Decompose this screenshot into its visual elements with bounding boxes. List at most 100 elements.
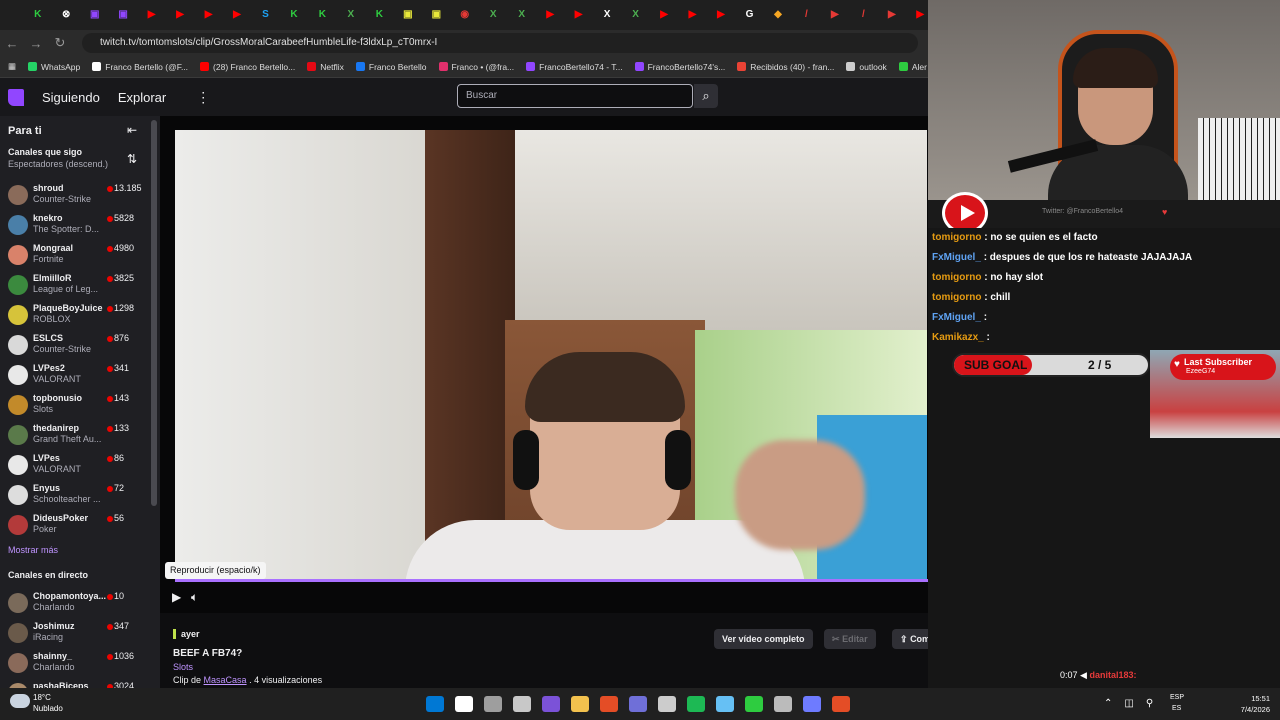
weather-temp[interactable]: 18°C bbox=[33, 693, 51, 702]
cloud-icon[interactable] bbox=[10, 694, 30, 708]
nav-following[interactable]: Siguiendo bbox=[42, 90, 100, 105]
sidebar-channel-lvpes2[interactable]: LVPes2 VALORANT 341 bbox=[8, 362, 148, 390]
show-more-link[interactable]: Mostrar más bbox=[8, 545, 58, 555]
bookmark-item[interactable]: Netflix bbox=[307, 62, 344, 72]
taskbar-app-icon[interactable] bbox=[803, 696, 821, 712]
reload-icon[interactable]: ↻ bbox=[48, 35, 72, 51]
browser-tab[interactable]: ⊗ bbox=[58, 7, 73, 23]
sort-icon[interactable]: ⇅ bbox=[127, 152, 137, 166]
collapse-sidebar-icon[interactable]: ⇤ bbox=[127, 123, 137, 137]
nav-browse[interactable]: Explorar bbox=[118, 90, 166, 105]
browser-tab[interactable]: X bbox=[343, 7, 358, 23]
play-icon[interactable]: ▶ bbox=[172, 590, 181, 604]
more-options-icon[interactable]: ⋮ bbox=[196, 89, 210, 106]
lang-primary[interactable]: ESP bbox=[1170, 694, 1184, 701]
browser-tab[interactable]: ▶ bbox=[229, 7, 244, 23]
bookmark-item[interactable]: FrancoBertello74's... bbox=[634, 62, 725, 72]
sidebar-channel-dideuspoker[interactable]: DideusPoker Poker 56 bbox=[8, 512, 148, 540]
forward-icon[interactable]: → bbox=[24, 36, 48, 51]
browser-tab[interactable]: ▣ bbox=[87, 7, 102, 23]
bookmark-item[interactable]: Franco Bertello (@F... bbox=[92, 62, 188, 72]
search-icon[interactable]: ⌕ bbox=[694, 84, 718, 108]
twitch-logo-icon[interactable] bbox=[8, 88, 24, 106]
browser-tab[interactable]: ◆ bbox=[770, 7, 785, 23]
browser-tab[interactable]: X bbox=[486, 7, 501, 23]
taskbar-app-icon[interactable] bbox=[484, 696, 502, 712]
taskbar-app-icon[interactable] bbox=[774, 696, 792, 712]
back-icon[interactable]: ← bbox=[0, 36, 24, 51]
bookmark-item[interactable]: Franco Bertello bbox=[355, 62, 427, 72]
taskbar-app-icon[interactable] bbox=[658, 696, 676, 712]
browser-tab[interactable]: S bbox=[258, 7, 273, 23]
lang-secondary[interactable]: ES bbox=[1172, 705, 1181, 712]
bookmark-item[interactable]: Franco • (@fra... bbox=[438, 62, 514, 72]
search-input[interactable]: Buscar bbox=[457, 84, 693, 108]
sidebar-channel-mongraal[interactable]: Mongraal Fortnite 4980 bbox=[8, 242, 148, 270]
browser-tab[interactable]: ▶ bbox=[884, 7, 899, 23]
sidebar-scrollbar[interactable] bbox=[151, 120, 157, 506]
sidebar-channel-enyus[interactable]: Enyus Schoolteacher ... 72 bbox=[8, 482, 148, 510]
sidebar-channel-eslcs[interactable]: ESLCS Counter-Strike 876 bbox=[8, 332, 148, 360]
taskbar-app-icon[interactable] bbox=[716, 696, 734, 712]
sidebar-channel-thedanirep[interactable]: thedanirep Grand Theft Au... 133 bbox=[8, 422, 148, 450]
browser-tab[interactable]: ▶ bbox=[913, 7, 928, 23]
bookmark-item[interactable]: outlook bbox=[846, 62, 887, 72]
sidebar-channel-knekro[interactable]: knekro The Spotter: D... 5828 bbox=[8, 212, 148, 240]
sidebar-channel-shainny[interactable]: shainny_ Charlando 1036 bbox=[8, 650, 148, 678]
browser-tab[interactable]: X bbox=[514, 7, 529, 23]
browser-tab[interactable]: ▶ bbox=[201, 7, 216, 23]
browser-tab[interactable]: ▶ bbox=[144, 7, 159, 23]
taskbar-app-icon[interactable] bbox=[455, 696, 473, 712]
video-frame[interactable] bbox=[175, 130, 927, 581]
bookmark-item[interactable]: Aler bbox=[898, 62, 927, 72]
browser-tab[interactable]: / bbox=[799, 7, 814, 23]
progress-bar[interactable] bbox=[175, 579, 1037, 582]
browser-tab[interactable]: K bbox=[286, 7, 301, 23]
sidebar-channel-topbonusio[interactable]: topbonusio Slots 143 bbox=[8, 392, 148, 420]
taskbar-app-icon[interactable] bbox=[571, 696, 589, 712]
sidebar-channel-chopamontoya[interactable]: Chopamontoya... Charlando 10 bbox=[8, 590, 148, 618]
taskbar-app-icon[interactable] bbox=[745, 696, 763, 712]
watch-full-video-button[interactable]: Ver vídeo completo bbox=[714, 629, 813, 649]
browser-tab[interactable]: ▶ bbox=[656, 7, 671, 23]
browser-tab[interactable]: ▶ bbox=[542, 7, 557, 23]
browser-tab[interactable]: ◉ bbox=[457, 7, 472, 23]
browser-tab[interactable]: ▣ bbox=[400, 7, 415, 23]
bookmark-item[interactable]: FrancoBertello74 - T... bbox=[526, 62, 623, 72]
taskbar-app-icon[interactable] bbox=[513, 696, 531, 712]
sidebar-channel-lvpes[interactable]: LVPes VALORANT 86 bbox=[8, 452, 148, 480]
bookmark-item[interactable]: WhatsApp bbox=[28, 62, 80, 72]
clip-author-link[interactable]: MasaCasa bbox=[204, 675, 247, 685]
clock-date[interactable]: 7/4/2026 bbox=[1232, 705, 1270, 714]
taskbar-app-icon[interactable] bbox=[687, 696, 705, 712]
taskbar-app-icon[interactable] bbox=[629, 696, 647, 712]
browser-tab[interactable]: K bbox=[315, 7, 330, 23]
browser-tab[interactable]: ▶ bbox=[571, 7, 586, 23]
taskbar-app-icon[interactable] bbox=[832, 696, 850, 712]
browser-tab[interactable]: ▶ bbox=[827, 7, 842, 23]
clip-game-link[interactable]: Slots bbox=[173, 662, 193, 672]
url-field[interactable]: twitch.tv/tomtomslots/clip/GrossMoralCar… bbox=[82, 33, 918, 53]
taskbar-app-icon[interactable] bbox=[426, 696, 444, 712]
sidebar-channel-elmiillor[interactable]: ElmiilloR League of Leg... 3825 bbox=[8, 272, 148, 300]
sidebar-channel-shroud[interactable]: shroud Counter-Strike 13.185 bbox=[8, 182, 148, 210]
browser-tab[interactable]: X bbox=[599, 7, 614, 23]
edit-button[interactable]: ✂ Editar bbox=[824, 629, 876, 649]
browser-tab[interactable]: ▣ bbox=[115, 7, 130, 23]
browser-tab[interactable]: ▶ bbox=[713, 7, 728, 23]
browser-tab[interactable]: / bbox=[856, 7, 871, 23]
volume-icon[interactable]: 🔈︎ bbox=[191, 590, 198, 605]
browser-tab[interactable]: K bbox=[30, 7, 45, 23]
sidebar-channel-joshimuz[interactable]: Joshimuz iRacing 347 bbox=[8, 620, 148, 648]
bookmark-item[interactable]: (28) Franco Bertello... bbox=[200, 62, 295, 72]
weather-condition[interactable]: Nublado bbox=[33, 704, 63, 713]
sidebar-channel-plaqueboyjuice[interactable]: PlaqueBoyJuice ROBLOX 1298 bbox=[8, 302, 148, 330]
clock-time[interactable]: 15:51 bbox=[1238, 694, 1270, 703]
browser-tab[interactable]: X bbox=[628, 7, 643, 23]
apps-grid-icon[interactable]: ▦ bbox=[8, 61, 16, 72]
browser-tab[interactable]: ▶ bbox=[172, 7, 187, 23]
browser-tab[interactable]: ▶ bbox=[685, 7, 700, 23]
bookmark-item[interactable]: Recibidos (40) - fran... bbox=[737, 62, 834, 72]
taskbar-app-icon[interactable] bbox=[600, 696, 618, 712]
browser-tab[interactable]: G bbox=[742, 7, 757, 23]
